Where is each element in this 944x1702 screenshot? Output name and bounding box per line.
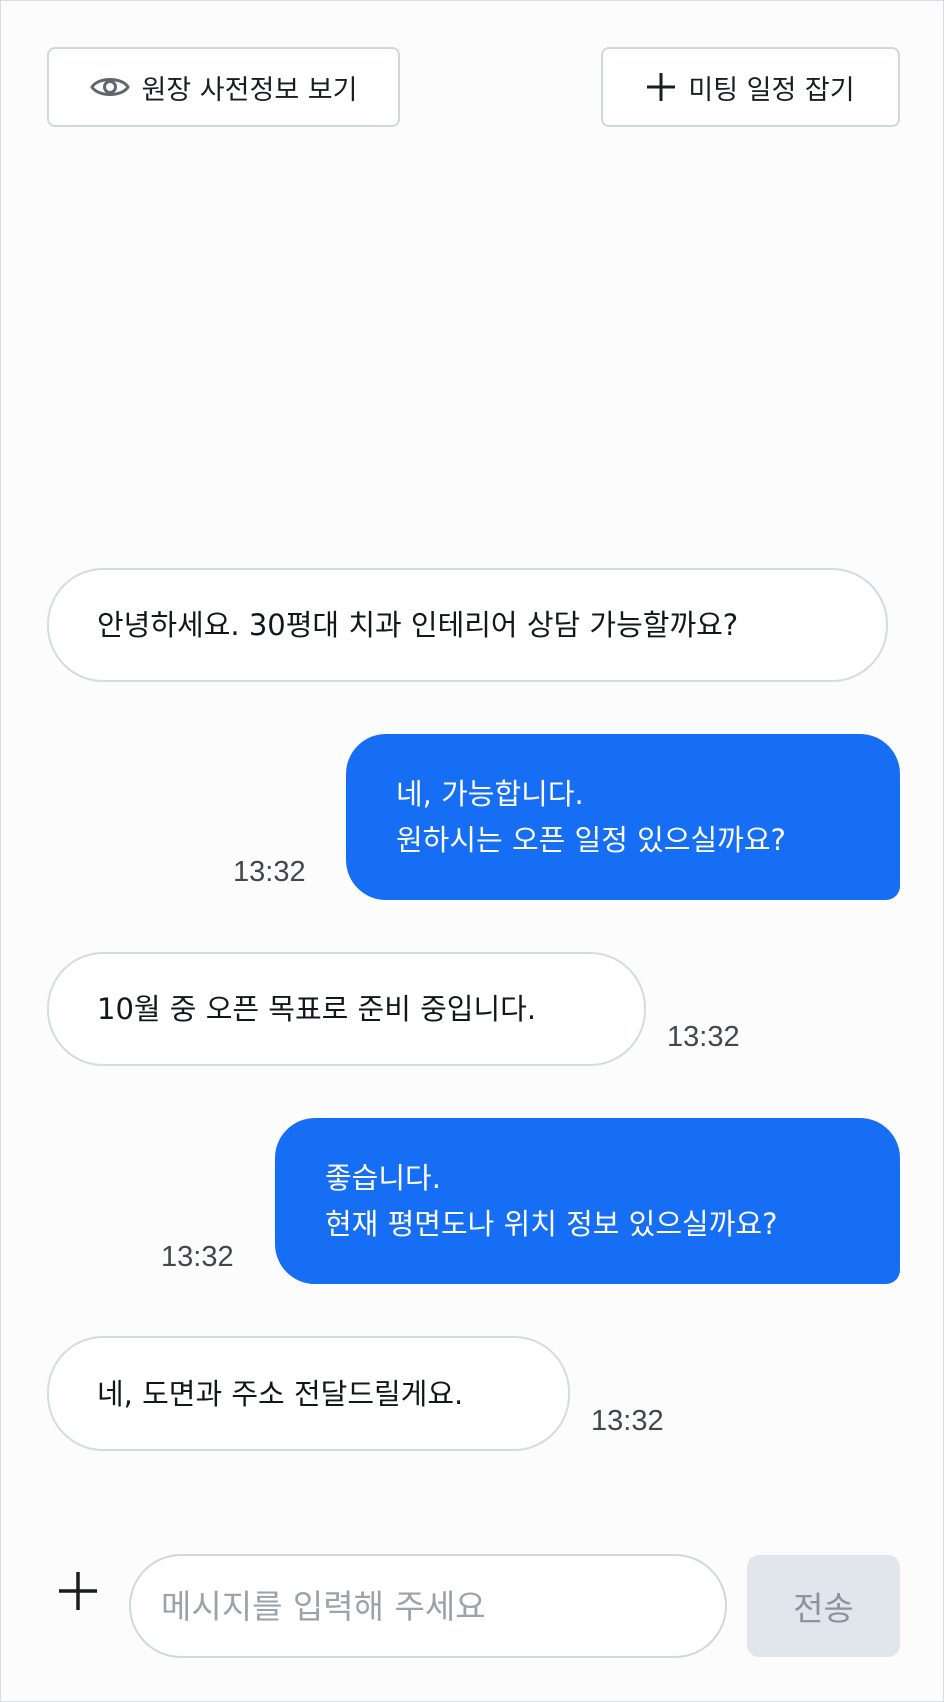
message-text: 네, 가능합니다. xyxy=(396,777,584,811)
message-text: 좋습니다. xyxy=(325,1161,441,1195)
schedule-meeting-label: 미팅 일정 잡기 xyxy=(688,74,855,106)
message-text: 현재 평면도나 위치 정보 있으실까요? xyxy=(325,1207,778,1241)
message-text: 10월 중 오픈 목표로 준비 중입니다. xyxy=(97,992,537,1026)
message-timestamp: 13:32 xyxy=(161,1241,234,1273)
message-timestamp: 13:32 xyxy=(591,1405,664,1437)
schedule-meeting-button[interactable]: 미팅 일정 잡기 xyxy=(601,47,900,127)
attach-plus-button[interactable] xyxy=(55,1568,101,1614)
incoming-message-bubble: 네, 도면과 주소 전달드릴게요. xyxy=(47,1336,570,1451)
plus-icon xyxy=(646,72,676,102)
view-director-preinfo-button[interactable]: 원장 사전정보 보기 xyxy=(47,47,400,127)
message-text: 안녕하세요. 30평대 치과 인테리어 상담 가능할까요? xyxy=(97,608,739,642)
outgoing-message-bubble: 네, 가능합니다. 원하시는 오픈 일정 있으실까요? xyxy=(346,734,900,900)
view-director-preinfo-label: 원장 사전정보 보기 xyxy=(141,74,358,106)
message-timestamp: 13:32 xyxy=(667,1021,740,1053)
send-button[interactable]: 전송 xyxy=(747,1555,900,1657)
outgoing-message-bubble: 좋습니다. 현재 평면도나 위치 정보 있으실까요? xyxy=(275,1118,900,1284)
incoming-message-bubble: 안녕하세요. 30평대 치과 인테리어 상담 가능할까요? xyxy=(47,568,888,682)
message-text: 원하시는 오픈 일정 있으실까요? xyxy=(396,823,786,857)
send-button-label: 전송 xyxy=(793,1589,854,1628)
plus-icon xyxy=(59,1572,97,1610)
eye-icon xyxy=(89,73,130,101)
message-text: 네, 도면과 주소 전달드릴게요. xyxy=(97,1376,464,1411)
incoming-message-bubble: 10월 중 오픈 목표로 준비 중입니다. xyxy=(47,952,646,1066)
message-timestamp: 13:32 xyxy=(233,856,306,888)
message-input[interactable] xyxy=(129,1554,727,1658)
